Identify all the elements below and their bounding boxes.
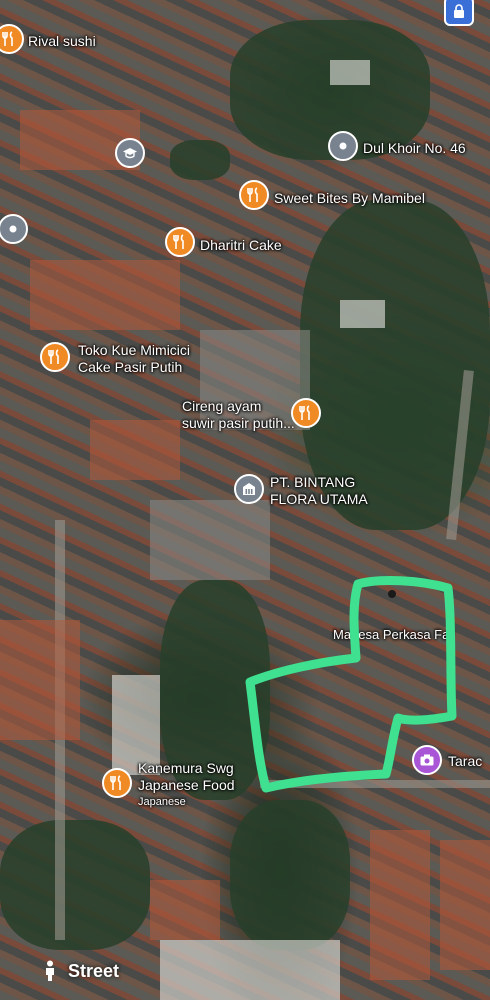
road (260, 780, 490, 788)
place-label-line2: FLORA UTAMA (270, 491, 368, 507)
food-icon[interactable] (0, 24, 24, 54)
street-view-button[interactable]: Street (24, 948, 154, 994)
lock-icon[interactable] (444, 0, 474, 26)
satellite-map[interactable]: Rival sushi Dul Khoir No. 46 Sweet Bites… (0, 0, 490, 1000)
rooftops (330, 60, 370, 85)
rooftops (440, 840, 490, 970)
place-label[interactable]: Kanemura Swg Japanese Food Japanese (138, 760, 235, 811)
place-label[interactable]: Rival sushi (28, 33, 96, 50)
place-label-line2: Cake Pasir Putih (78, 359, 183, 375)
place-label[interactable]: Cireng ayam suwir pasir putih... (182, 398, 295, 432)
place-label-line1: Cireng ayam (182, 398, 262, 414)
vegetation-area (0, 820, 150, 950)
place-category: Japanese (138, 796, 186, 808)
school-icon[interactable] (115, 138, 145, 168)
place-label-line1: Kanemura Swg (138, 760, 234, 776)
building-icon[interactable] (234, 474, 264, 504)
vegetation-area (230, 800, 350, 950)
place-label[interactable]: Dul Khoir No. 46 (363, 140, 466, 157)
rooftops (0, 620, 80, 740)
place-pin-icon[interactable] (328, 131, 358, 161)
rooftops (340, 300, 385, 328)
rooftops (370, 830, 430, 980)
place-label-line2: Japanese Food (138, 777, 235, 793)
place-label[interactable]: Sweet Bites By Mamibel (274, 190, 425, 207)
place-label[interactable]: PT. BINTANG FLORA UTAMA (270, 474, 368, 508)
food-icon[interactable] (291, 398, 321, 428)
vegetation-area (170, 140, 230, 180)
food-icon[interactable] (165, 227, 195, 257)
street-label: Street (68, 960, 120, 981)
place-label-line1: Toko Kue Mimicici (78, 342, 191, 358)
place-label-line2: suwir pasir putih... (182, 415, 295, 431)
rooftops (90, 420, 180, 480)
rooftops (150, 880, 220, 940)
rooftops (150, 500, 270, 580)
place-label[interactable]: Tarac (448, 753, 482, 770)
place-label[interactable]: Mahesa Perkasa Far (333, 626, 454, 643)
person-icon (46, 960, 54, 981)
food-icon[interactable] (40, 342, 70, 372)
camera-icon[interactable] (412, 745, 442, 775)
place-pin-icon[interactable] (0, 214, 28, 244)
place-label[interactable]: Toko Kue Mimicici Cake Pasir Putih (78, 342, 190, 376)
rooftops (30, 260, 180, 330)
rooftops (160, 940, 340, 1000)
place-label-line1: PT. BINTANG (270, 474, 356, 490)
place-label[interactable]: Dharitri Cake (200, 237, 282, 254)
food-icon[interactable] (239, 180, 269, 210)
food-icon[interactable] (102, 768, 132, 798)
